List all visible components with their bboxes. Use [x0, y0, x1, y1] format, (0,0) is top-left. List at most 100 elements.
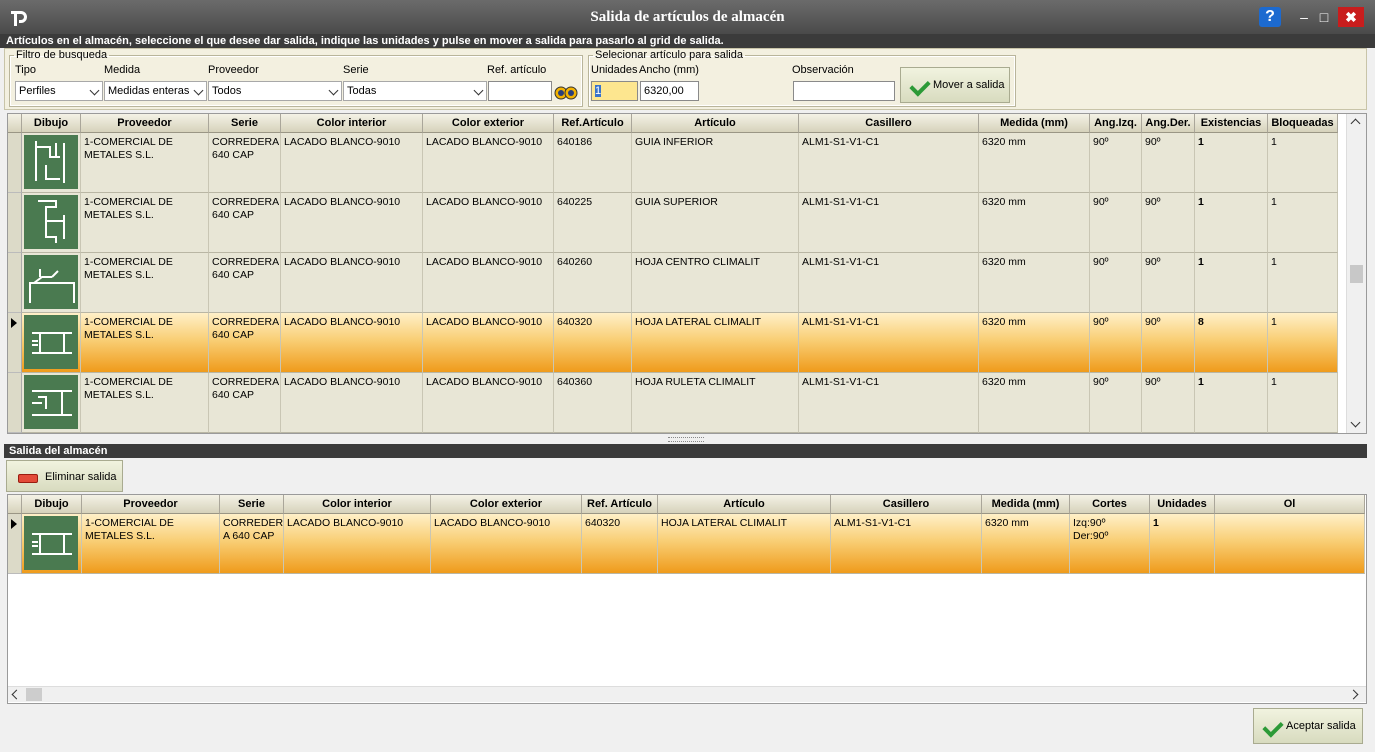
profile-drawing-cell	[22, 133, 81, 193]
scroll-right-icon[interactable]	[1348, 689, 1359, 700]
color_ext-cell: LACADO BLANCO-9010	[423, 313, 554, 373]
row-indicator[interactable]	[8, 133, 22, 193]
binoculars-icon[interactable]	[554, 81, 578, 101]
remove-exit-button[interactable]: Eliminar salida	[6, 460, 123, 492]
exit-row[interactable]: 1-COMERCIAL DE METALES S.L. CORREDER A 64…	[8, 514, 1365, 574]
proveedor-cell: 1-COMERCIAL DE METALES S.L.	[81, 313, 209, 373]
stock-header-bloqueadas[interactable]: Bloqueadas	[1268, 114, 1338, 133]
proveedor-label: Proveedor	[208, 64, 259, 76]
exit-header-color-interior[interactable]: Color interior	[284, 495, 431, 514]
stock-header-art-culo[interactable]: Artículo	[632, 114, 799, 133]
articulo-cell: GUIA SUPERIOR	[632, 193, 799, 253]
row-indicator[interactable]	[8, 253, 22, 313]
stock-header-color-exterior[interactable]: Color exterior	[423, 114, 554, 133]
exit-grid[interactable]: Dibujo Proveedor Serie Color interior Color …	[7, 494, 1367, 704]
ang_izq-cell: 90º	[1090, 253, 1142, 313]
chevron-down-icon	[193, 85, 204, 96]
casillero-cell: ALM1-S1-V1-C1	[799, 133, 979, 193]
accept-exit-button[interactable]: Aceptar salida	[1253, 708, 1363, 744]
ang_izq-cell: 90º	[1090, 313, 1142, 373]
exit-header-ref-art-culo[interactable]: Ref. Artículo	[582, 495, 658, 514]
maximize-button[interactable]: □	[1313, 7, 1335, 27]
help-icon[interactable]: ?	[1259, 7, 1281, 27]
cortes-cell: Izq:90º Der:90º	[1070, 514, 1150, 574]
color_ext-cell: LACADO BLANCO-9010	[431, 514, 582, 574]
proveedor-select[interactable]: Todos	[208, 81, 342, 101]
stock-header-proveedor[interactable]: Proveedor	[81, 114, 209, 133]
stock-row[interactable]: 1-COMERCIAL DE METALES S.L. CORREDERA 640…	[8, 253, 1338, 313]
stock-row[interactable]: 1-COMERCIAL DE METALES S.L. CORREDERA 640…	[8, 373, 1338, 433]
exit-header-medida-mm-[interactable]: Medida (mm)	[982, 495, 1070, 514]
stock-header-ang-izq-[interactable]: Ang.Izq.	[1090, 114, 1142, 133]
stock-header-existencias[interactable]: Existencias	[1195, 114, 1268, 133]
exit-header-cortes[interactable]: Cortes	[1070, 495, 1150, 514]
stock-grid-scrollbar[interactable]	[1346, 114, 1366, 433]
scroll-down-icon[interactable]	[1350, 417, 1361, 428]
existencias-cell: 1	[1195, 373, 1268, 433]
scroll-left-icon[interactable]	[11, 689, 22, 700]
ref-input[interactable]	[488, 81, 552, 101]
exit-header-serie[interactable]: Serie	[220, 495, 284, 514]
serie-cell: CORREDERA 640 CAP	[209, 373, 281, 433]
exit-header-casillero[interactable]: Casillero	[831, 495, 982, 514]
stock-row[interactable]: 1-COMERCIAL DE METALES S.L. CORREDERA 640…	[8, 313, 1338, 373]
serie-cell: CORREDERA 640 CAP	[209, 253, 281, 313]
move-to-exit-button[interactable]: Mover a salida	[900, 67, 1010, 103]
bloqueadas-cell: 1	[1268, 133, 1338, 193]
profile-drawing-cell	[22, 373, 81, 433]
ancho-label: Ancho (mm)	[639, 64, 699, 76]
exit-grid-hscrollbar[interactable]	[8, 686, 1366, 702]
stock-header-medida-mm-[interactable]: Medida (mm)	[979, 114, 1090, 133]
medida-cell: 6320 mm	[979, 133, 1090, 193]
exit-header-art-culo[interactable]: Artículo	[658, 495, 831, 514]
ancho-input[interactable]: 6320,00	[640, 81, 699, 101]
proveedor-cell: 1-COMERCIAL DE METALES S.L.	[81, 373, 209, 433]
color_int-cell: LACADO BLANCO-9010	[281, 253, 423, 313]
ref-cell: 640260	[554, 253, 632, 313]
hscroll-thumb[interactable]	[26, 688, 42, 701]
tipo-select[interactable]: Perfiles	[15, 81, 103, 101]
profile-drawing-cell	[22, 514, 82, 574]
stock-row[interactable]: 1-COMERCIAL DE METALES S.L. CORREDERA 640…	[8, 193, 1338, 253]
unidades-input[interactable]: 1	[591, 81, 638, 101]
serie-select[interactable]: Todas	[343, 81, 487, 101]
profile-drawing-icon	[24, 255, 78, 309]
scroll-up-icon[interactable]	[1350, 118, 1361, 129]
serie-cell: CORREDERA 640 CAP	[209, 133, 281, 193]
exit-header-unidades[interactable]: Unidades	[1150, 495, 1215, 514]
medida-cell: 6320 mm	[979, 373, 1090, 433]
medida-cell: 6320 mm	[979, 253, 1090, 313]
color_ext-cell: LACADO BLANCO-9010	[423, 253, 554, 313]
row-indicator[interactable]	[8, 373, 22, 433]
color_int-cell: LACADO BLANCO-9010	[284, 514, 431, 574]
stock-header-casillero[interactable]: Casillero	[799, 114, 979, 133]
minimize-button[interactable]: –	[1293, 7, 1315, 27]
medida-cell: 6320 mm	[979, 193, 1090, 253]
stock-row[interactable]: 1-COMERCIAL DE METALES S.L. CORREDERA 640…	[8, 133, 1338, 193]
stock-header-ang-der-[interactable]: Ang.Der.	[1142, 114, 1195, 133]
row-indicator[interactable]	[8, 193, 22, 253]
exit-toolbar: Eliminar salida	[4, 458, 1367, 494]
row-indicator[interactable]	[8, 514, 22, 574]
exit-header-proveedor[interactable]: Proveedor	[82, 495, 220, 514]
stock-header-ref-art-culo[interactable]: Ref.Artículo	[554, 114, 632, 133]
medida-select[interactable]: Medidas enteras	[104, 81, 207, 101]
scroll-thumb[interactable]	[1350, 265, 1363, 283]
serie-value: Todas	[347, 85, 377, 97]
stock-grid[interactable]: Dibujo Proveedor Serie Color interior Color …	[7, 113, 1367, 434]
observacion-input[interactable]	[793, 81, 895, 101]
ref-cell: 640186	[554, 133, 632, 193]
row-indicator[interactable]	[8, 313, 22, 373]
close-button[interactable]: ✖	[1338, 7, 1364, 27]
check-icon	[1262, 716, 1284, 738]
exit-header-color-exterior[interactable]: Color exterior	[431, 495, 582, 514]
exit-header-dibujo[interactable]: Dibujo	[22, 495, 82, 514]
exit-header-ol[interactable]: Ol	[1215, 495, 1365, 514]
window-title: Salida de artículos de almacén	[590, 9, 785, 25]
unidades-cell: 1	[1150, 514, 1215, 574]
stock-header-serie[interactable]: Serie	[209, 114, 281, 133]
splitter-handle[interactable]	[668, 437, 704, 442]
current-row-icon	[11, 318, 17, 328]
stock-header-color-interior[interactable]: Color interior	[281, 114, 423, 133]
stock-header-dibujo[interactable]: Dibujo	[22, 114, 81, 133]
